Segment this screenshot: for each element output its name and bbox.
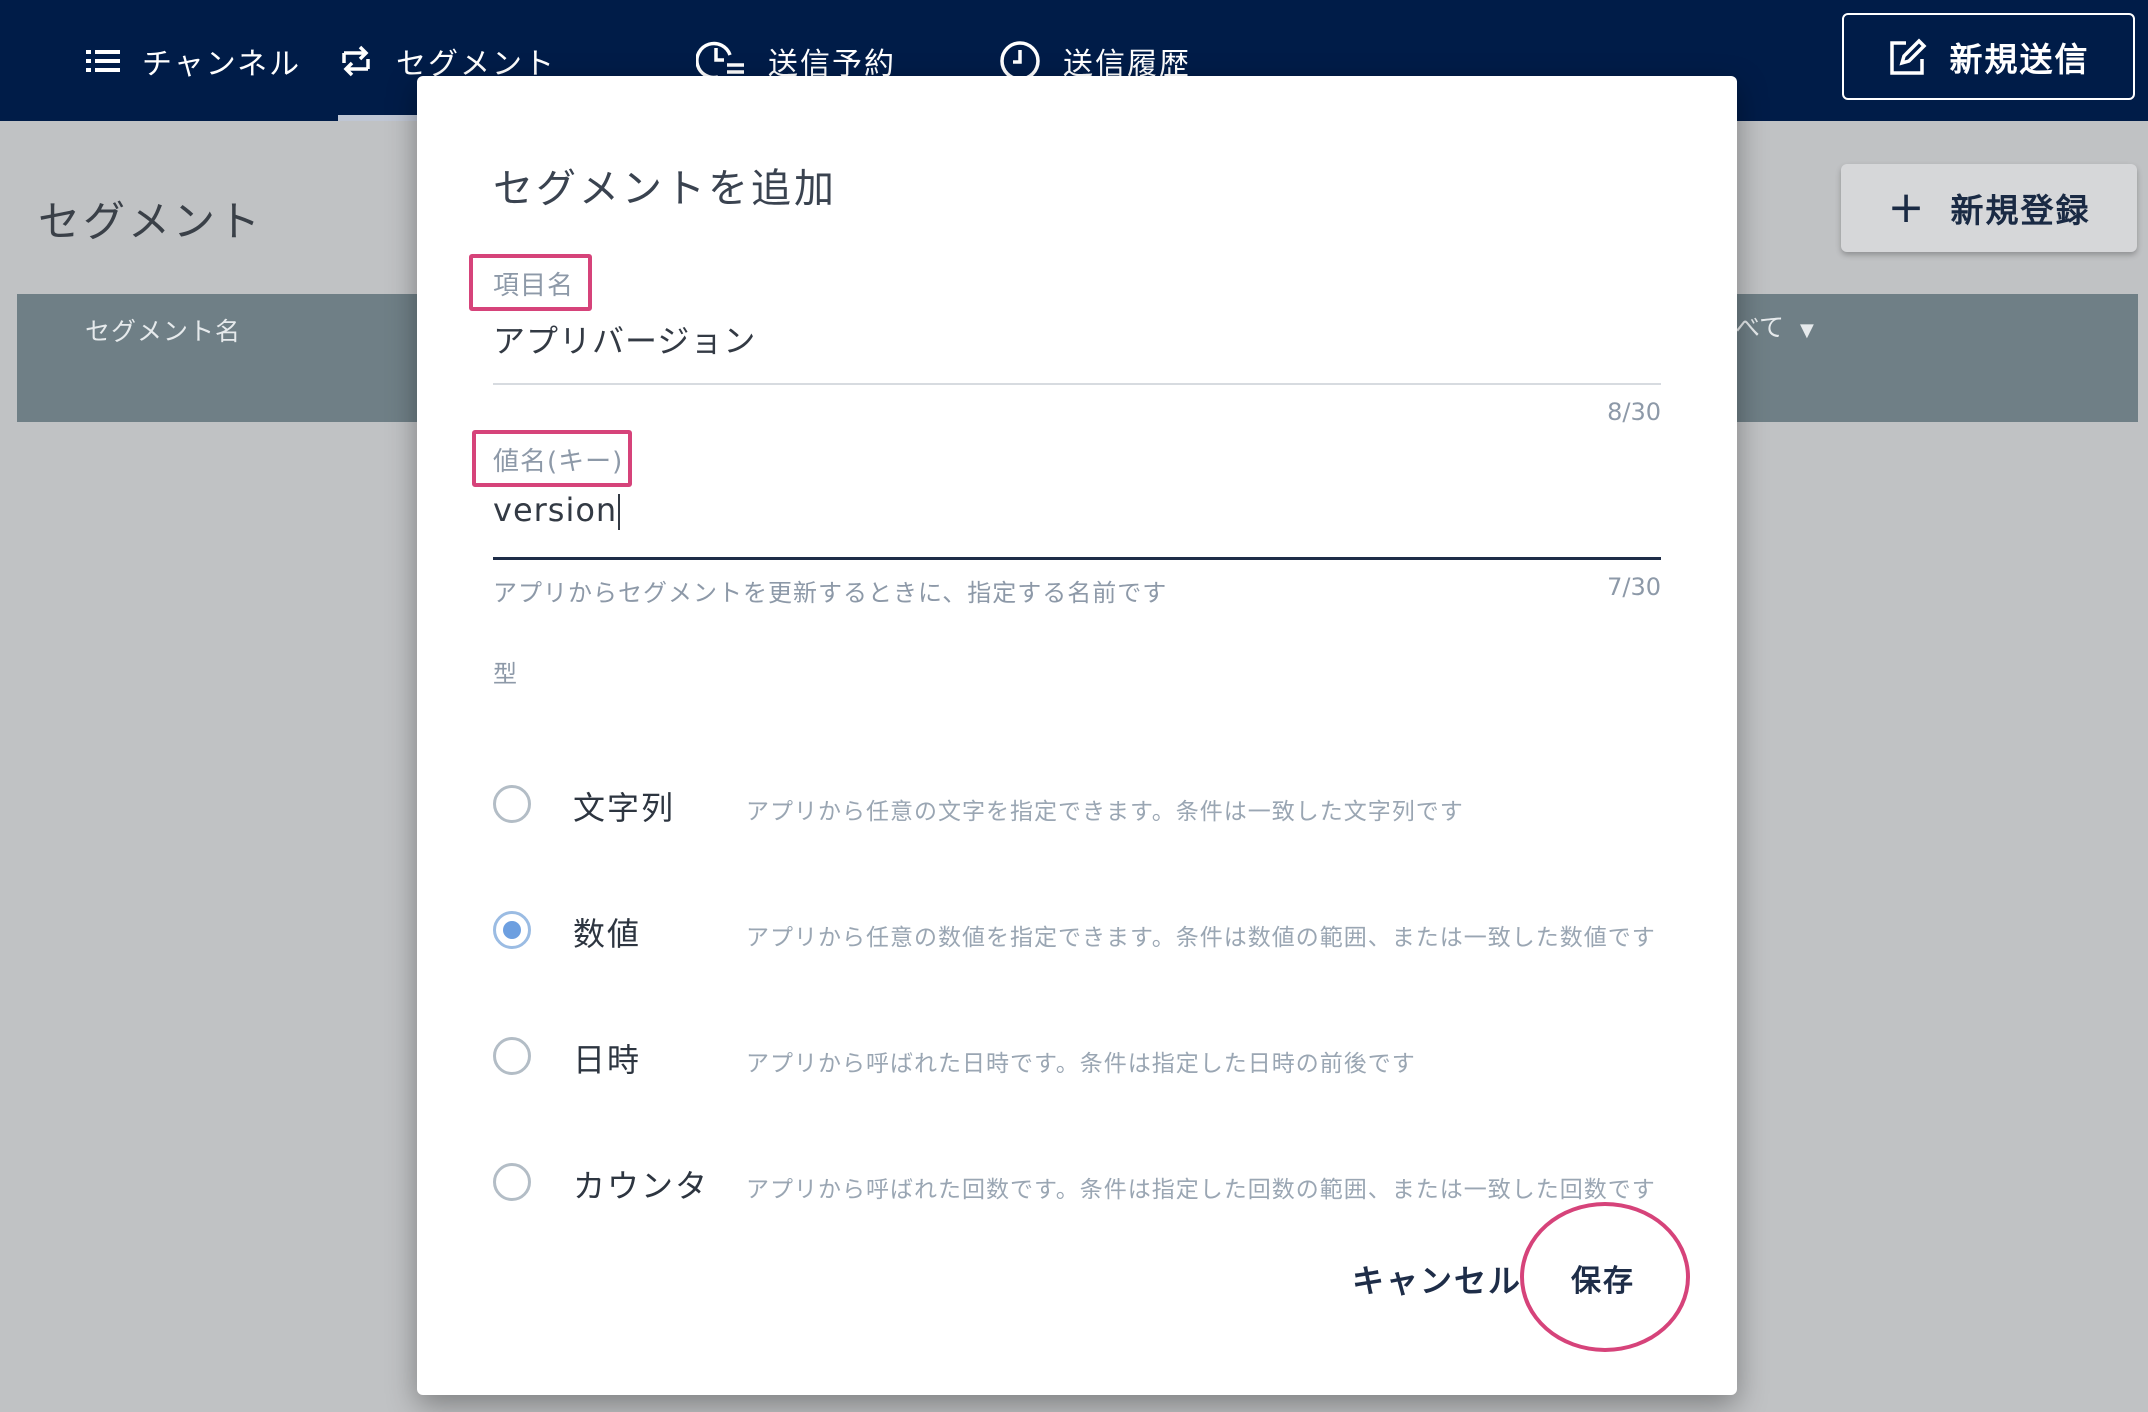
item-name-underline: [493, 383, 1661, 385]
type-option-counter[interactable]: カウンタ アプリから呼ばれた回数です。条件は指定した回数の範囲、または一致した回…: [493, 1149, 1663, 1219]
key-name-value: version: [493, 491, 618, 529]
annotation-circle: [1520, 1202, 1690, 1352]
key-name-input[interactable]: version: [493, 491, 621, 530]
page-title: セグメント: [38, 197, 264, 246]
key-name-label: 値名(キー): [493, 447, 624, 477]
nav-item-channel[interactable]: チャンネル: [86, 0, 301, 121]
item-name-counter: 8/30: [1607, 398, 1661, 426]
register-button[interactable]: + 新規登録: [1841, 164, 2137, 252]
text-caret: [618, 494, 621, 530]
type-option-description: アプリから呼ばれた回数です。条件は指定した回数の範囲、または一致した回数です: [746, 1177, 1656, 1203]
new-send-label: 新規送信: [1949, 39, 2090, 79]
item-name-input[interactable]: アプリバージョン: [493, 316, 756, 362]
type-option-datetime[interactable]: 日時 アプリから呼ばれた日時です。条件は指定した日時の前後です: [493, 1023, 1663, 1093]
cancel-button[interactable]: キャンセル: [1352, 1256, 1522, 1302]
type-label: 型: [493, 660, 518, 688]
type-option-label: 文字列: [573, 789, 676, 827]
type-option-number[interactable]: 数値 アプリから任意の数値を指定できます。条件は数値の範囲、または一致した数値で…: [493, 897, 1663, 967]
swap-icon: [338, 43, 374, 79]
type-option-label: カウンタ: [573, 1167, 710, 1205]
radio-button[interactable]: [493, 1037, 531, 1075]
new-send-button[interactable]: 新規送信: [1842, 13, 2135, 100]
caret-down-icon: ▼: [1799, 320, 1814, 341]
column-segment-name: セグメント名: [85, 317, 242, 346]
radio-button-selected[interactable]: [493, 911, 531, 949]
key-name-counter: 7/30: [1607, 573, 1661, 601]
type-option-label: 日時: [573, 1041, 642, 1079]
radio-button[interactable]: [493, 1163, 531, 1201]
filter-label: べて: [1735, 313, 1785, 342]
add-segment-dialog: セグメントを追加 項目名 アプリバージョン 8/30 値名(キー) versio…: [417, 76, 1737, 1395]
radio-button[interactable]: [493, 785, 531, 823]
type-option-description: アプリから呼ばれた日時です。条件は指定した日時の前後です: [746, 1051, 1416, 1077]
item-name-label: 項目名: [493, 271, 575, 301]
list-icon: [86, 48, 120, 74]
type-option-label: 数値: [573, 915, 642, 953]
key-name-underline: [493, 557, 1661, 560]
plus-icon: +: [1887, 182, 1927, 233]
type-option-description: アプリから任意の数値を指定できます。条件は数値の範囲、または一致した数値です: [746, 925, 1656, 951]
type-option-string[interactable]: 文字列 アプリから任意の文字を指定できます。条件は一致した文字列です: [493, 771, 1663, 841]
dialog-title: セグメントを追加: [493, 166, 837, 212]
key-name-helper: アプリからセグメントを更新するときに、指定する名前です: [493, 579, 1168, 607]
filter-dropdown[interactable]: べて ▼: [1735, 308, 1814, 344]
type-option-description: アプリから任意の文字を指定できます。条件は一致した文字列です: [746, 799, 1464, 825]
edit-icon: [1888, 37, 1928, 77]
register-label: 新規登録: [1950, 191, 2091, 230]
nav-item-label: チャンネル: [142, 46, 302, 82]
